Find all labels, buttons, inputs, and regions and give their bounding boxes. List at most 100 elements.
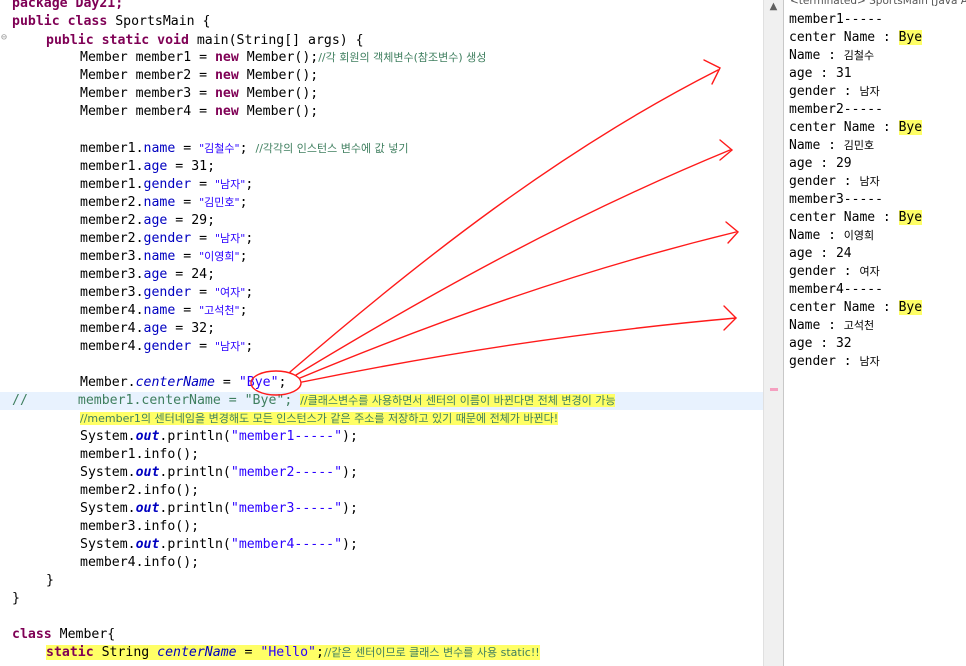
call: Member(); — [238, 68, 319, 83]
string-bye: "Bye" — [238, 375, 279, 390]
field: name — [143, 249, 176, 264]
end: ; — [239, 195, 248, 210]
comment: //같은 센터이므로 클래스 변수를 사용 static!! — [323, 646, 540, 659]
arrow-line-1 — [289, 69, 719, 373]
fold-marker-icon[interactable]: ⊖ — [1, 32, 7, 44]
static-field: centerName — [157, 645, 237, 660]
end: ); — [342, 501, 358, 516]
code-line-class-decl: public class SportsMain { — [12, 13, 211, 31]
code-line-print-3: System.out.println("member3-----"); — [80, 500, 358, 518]
console-view[interactable]: <terminated> SportsMain [Java Applicatio… — [783, 0, 966, 666]
op: = — [191, 339, 215, 354]
end: ; — [245, 177, 254, 192]
console-line: gender : 남자 — [789, 83, 880, 101]
keyword: public static void — [46, 33, 189, 48]
op: = — [167, 321, 192, 336]
keyword: new — [214, 50, 239, 65]
mid: .println( — [159, 465, 231, 480]
code-line-decl-3: Member member3 = new Member(); — [80, 85, 318, 103]
op: = — [191, 50, 215, 65]
console-line: member1----- — [789, 12, 883, 27]
console-line: gender : 여자 — [789, 263, 880, 281]
obj: member4. — [80, 303, 144, 318]
static-field: centerName — [135, 375, 215, 390]
comment: //member1의 센터네임을 변경해도 모든 인스턴스가 같은 주소를 저장… — [80, 412, 559, 425]
center-value: Bye — [898, 210, 923, 225]
label: gender : — [789, 354, 860, 369]
out: out — [135, 465, 160, 480]
end: ; — [239, 141, 256, 156]
info-call: member3.info(); — [80, 519, 200, 534]
class-ref: Member. — [80, 375, 136, 390]
name: 이영희 — [843, 229, 875, 242]
code-line-print-2: System.out.println("member2-----"); — [80, 464, 358, 482]
op: = — [175, 141, 200, 156]
end: ; — [315, 645, 324, 660]
brace: } — [46, 573, 54, 588]
label: center Name : — [789, 120, 899, 135]
pre: System. — [80, 429, 136, 444]
code-line-assign-4: member2.name = "김민호"; — [80, 194, 248, 212]
center-value: Bye — [898, 30, 923, 45]
class-name: SportsMain { — [107, 14, 211, 29]
label: gender : — [789, 264, 860, 279]
string: "member2-----" — [230, 465, 343, 480]
arrow-line-3 — [299, 231, 737, 379]
out: out — [135, 501, 160, 516]
label: gender : — [789, 174, 860, 189]
call: Member(); — [238, 86, 319, 101]
field: name — [143, 303, 176, 318]
scroll-up-arrow-icon[interactable]: ▲ — [764, 0, 783, 14]
arrow-head-3 — [725, 221, 740, 244]
age: 24 — [835, 246, 852, 261]
console-line: member3----- — [789, 192, 883, 207]
string: "고석천" — [199, 304, 240, 317]
console-line: gender : 남자 — [789, 353, 880, 371]
code-line-info-4: member4.info(); — [80, 554, 199, 572]
op: = — [191, 177, 215, 192]
console-line: center Name : Bye — [789, 299, 923, 317]
console-line: center Name : Bye — [789, 119, 923, 137]
code-line-info-1: member1.info(); — [80, 446, 199, 464]
string: "남자" — [215, 178, 246, 191]
gender: 남자 — [859, 355, 880, 368]
label: center Name : — [789, 210, 899, 225]
end: ; — [239, 249, 248, 264]
op: = — [191, 104, 215, 119]
end: ; — [245, 285, 254, 300]
code-line-assign-10: member4.name = "고석천"; — [80, 302, 248, 320]
method-signature: main(String[] args) { — [188, 33, 364, 48]
age: 32 — [835, 336, 852, 351]
call: Member(); — [238, 50, 319, 65]
label: age : — [789, 156, 836, 171]
type: Member — [80, 86, 136, 101]
code-line-assign-11: member4.age = 32; — [80, 320, 215, 338]
pre: System. — [80, 465, 136, 480]
obj: member2. — [80, 231, 144, 246]
field: age — [143, 321, 168, 336]
comment: //클래스변수를 사용하면서 센터의 이름이 바뀐다면 전체 변경이 가능 — [300, 394, 616, 407]
op: = — [214, 375, 239, 390]
code-line-comment: //member1의 센터네임을 변경해도 모든 인스턴스가 같은 주소를 저장… — [80, 410, 559, 428]
string: "Hello" — [260, 645, 316, 660]
code-line-class-member: class Member{ — [12, 626, 115, 644]
op: = — [167, 213, 192, 228]
label: age : — [789, 336, 836, 351]
code-line-commented-current: // member1.centerName = "Bye"; //클래스변수를 사… — [0, 392, 763, 410]
code-editor[interactable]: ⊖ package Day21; public class SportsMain… — [0, 0, 763, 666]
editor-scrollbar[interactable]: ▲ — [763, 0, 783, 666]
string: "member1-----" — [230, 429, 343, 444]
label: age : — [789, 66, 836, 81]
op: = — [175, 249, 200, 264]
label: Name : — [789, 138, 844, 153]
field: gender — [143, 339, 192, 354]
type: String — [93, 645, 158, 660]
code-line-static-assign: Member.centerName = "Bye"; — [80, 374, 286, 392]
class-name: Member{ — [51, 627, 116, 642]
call: Member(); — [238, 104, 319, 119]
code-line-decl-4: Member member4 = new Member(); — [80, 103, 318, 121]
op: = — [175, 303, 200, 318]
obj: member4. — [80, 321, 144, 336]
end: ); — [342, 537, 358, 552]
end: 29; — [191, 213, 216, 228]
